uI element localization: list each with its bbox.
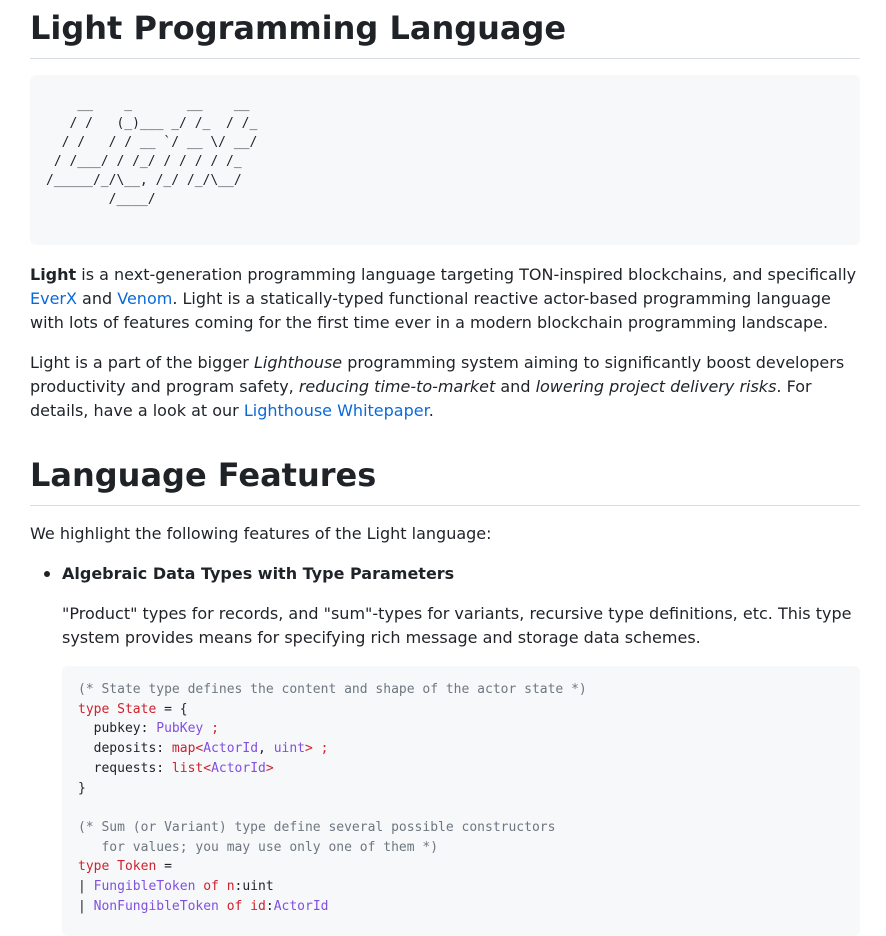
- features-intro: We highlight the following features of t…: [30, 524, 492, 543]
- feature-description: "Product" types for records, and "sum"-t…: [62, 604, 852, 647]
- intro-paragraph: Light is a next-generation programming l…: [30, 265, 857, 332]
- bullet-icon: [44, 571, 50, 577]
- list-item: Algebraic Data Types with Type Parameter…: [44, 562, 860, 936]
- readme-content: Light Programming Language __ _ __ __ / …: [30, 0, 860, 936]
- light-bold: Light: [30, 265, 77, 284]
- ascii-logo: __ _ __ __ / / (_)___ _/ /_ / /_ / / / /…: [30, 75, 860, 245]
- lighthouse-paragraph: Light is a part of the bigger Lighthouse…: [30, 353, 845, 420]
- lighthouse-whitepaper-link[interactable]: Lighthouse Whitepaper: [244, 401, 429, 420]
- everx-link[interactable]: EverX: [30, 289, 77, 308]
- venom-link[interactable]: Venom: [117, 289, 172, 308]
- features-list: Algebraic Data Types with Type Parameter…: [30, 562, 860, 936]
- feature-title: Algebraic Data Types with Type Parameter…: [62, 564, 455, 583]
- code-block: (* State type defines the content and sh…: [62, 666, 860, 936]
- page-title: Light Programming Language: [30, 0, 860, 59]
- section-heading-language-features: Language Features: [30, 447, 860, 506]
